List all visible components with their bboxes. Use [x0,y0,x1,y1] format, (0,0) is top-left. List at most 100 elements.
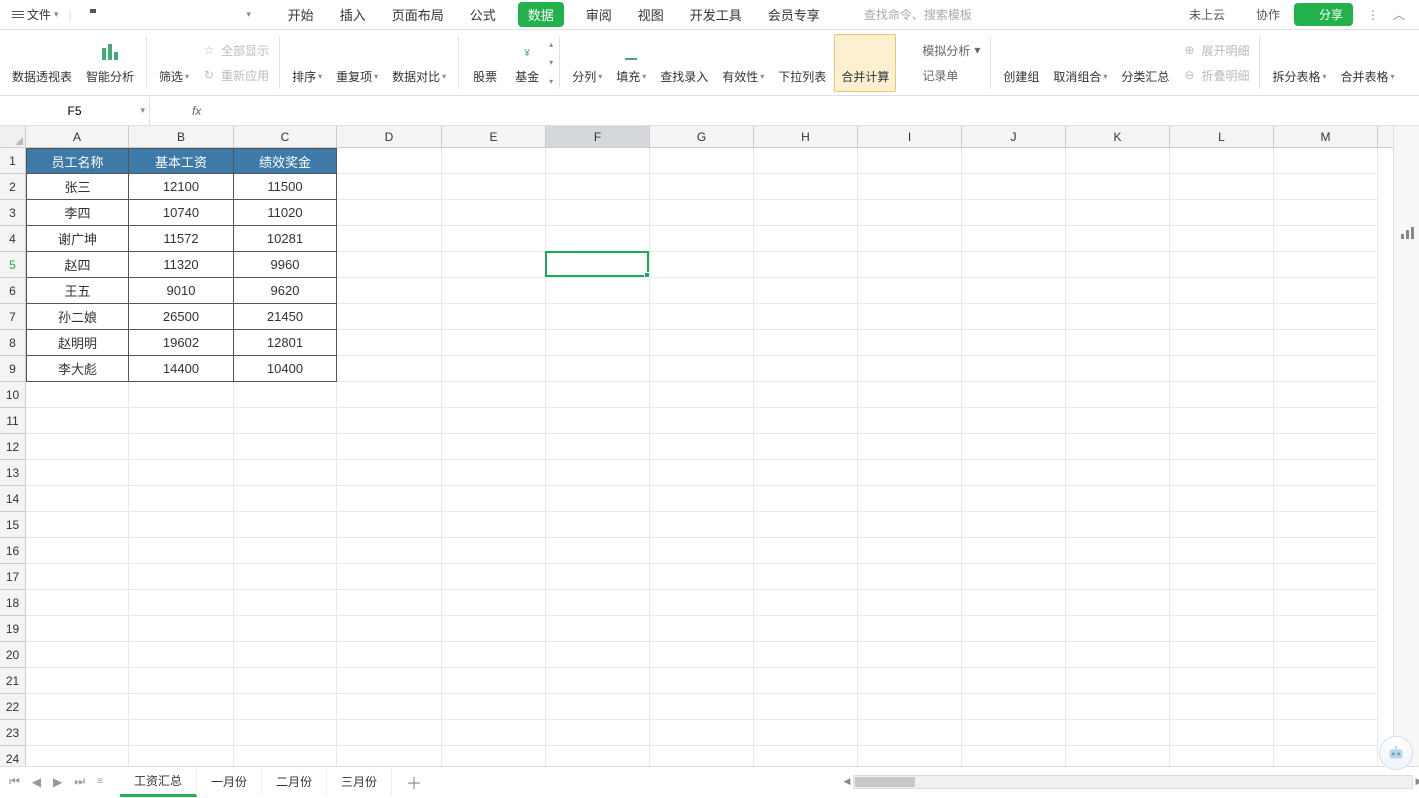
cell[interactable] [1274,642,1378,668]
cell[interactable] [858,252,962,278]
cell[interactable] [1066,590,1170,616]
cell[interactable] [962,226,1066,252]
cell[interactable]: 员工名称 [26,148,129,174]
group-button[interactable]: 创建组 [997,34,1045,92]
col-header-F[interactable]: F [546,126,650,147]
cell[interactable] [129,512,234,538]
cell[interactable] [442,564,546,590]
properties-icon[interactable] [1398,164,1416,182]
cell[interactable] [26,434,129,460]
tab-view[interactable]: 视图 [634,1,668,28]
cell[interactable] [1274,382,1378,408]
cell[interactable] [858,486,962,512]
cell[interactable] [962,330,1066,356]
cell[interactable] [442,642,546,668]
row-header[interactable]: 15 [0,512,26,538]
col-header-A[interactable]: A [26,126,129,147]
file-menu[interactable]: 文件 ▾ [6,4,65,25]
cell[interactable]: 9620 [234,278,337,304]
cell[interactable] [546,668,650,694]
validity-button[interactable]: 有效性▾ [716,34,770,92]
cell[interactable] [1274,330,1378,356]
cell[interactable] [858,590,962,616]
show-all-button[interactable]: ☆全部显示 [197,40,273,61]
cell[interactable] [1170,408,1274,434]
cell[interactable] [858,694,962,720]
cell[interactable] [546,330,650,356]
tab-start[interactable]: 开始 [284,1,318,28]
cell[interactable] [962,486,1066,512]
cell[interactable] [650,720,754,746]
name-box-input[interactable] [8,104,141,118]
cell[interactable] [1066,356,1170,382]
cell[interactable] [129,668,234,694]
cell[interactable] [962,460,1066,486]
cell[interactable] [1170,538,1274,564]
cell[interactable] [546,642,650,668]
cell[interactable] [337,434,442,460]
cell[interactable] [234,642,337,668]
cell[interactable] [129,564,234,590]
cell[interactable]: 张三 [26,174,129,200]
cell[interactable] [26,590,129,616]
cell[interactable] [650,512,754,538]
cell[interactable] [754,434,858,460]
col-header-D[interactable]: D [337,126,442,147]
cell[interactable] [442,330,546,356]
cell[interactable] [337,668,442,694]
sheet-prev-icon[interactable]: ◀ [29,773,44,791]
datatype-down[interactable]: ▾ [549,58,553,67]
cell[interactable] [546,382,650,408]
cell[interactable] [1274,668,1378,694]
cell[interactable] [1066,694,1170,720]
row-header[interactable]: 24 [0,746,26,766]
cell[interactable] [234,668,337,694]
fund-button[interactable]: ¥ 基金 [507,34,547,92]
smart-analysis-button[interactable]: 智能分析 [80,34,140,92]
cell[interactable] [546,720,650,746]
cell[interactable] [754,642,858,668]
cell[interactable] [337,720,442,746]
cell[interactable] [26,668,129,694]
cell[interactable]: 赵明明 [26,330,129,356]
cell[interactable]: 李四 [26,200,129,226]
cell[interactable] [26,382,129,408]
cell[interactable] [546,746,650,766]
analysis-icon[interactable] [1398,224,1416,242]
cell[interactable] [650,434,754,460]
cell[interactable] [337,330,442,356]
cell[interactable] [1274,564,1378,590]
data-compare-button[interactable]: 数据对比▾ [386,34,452,92]
cell[interactable] [650,226,754,252]
cell[interactable] [442,226,546,252]
cell[interactable] [234,382,337,408]
tab-data[interactable]: 数据 [518,2,564,27]
tab-review[interactable]: 审阅 [582,1,616,28]
cell[interactable] [754,356,858,382]
cell[interactable] [754,148,858,174]
col-header-J[interactable]: J [962,126,1066,147]
cell[interactable] [1066,382,1170,408]
cell[interactable] [234,486,337,512]
cell[interactable] [962,278,1066,304]
cell[interactable] [754,720,858,746]
cell[interactable] [650,616,754,642]
cell[interactable] [858,226,962,252]
stock-button[interactable]: 股票 [465,34,505,92]
cell[interactable]: 9960 [234,252,337,278]
cell[interactable] [546,148,650,174]
cell[interactable] [754,564,858,590]
cell[interactable] [650,564,754,590]
cell[interactable] [337,304,442,330]
row-header[interactable]: 3 [0,200,26,226]
cell[interactable] [546,252,650,278]
cell[interactable] [754,330,858,356]
cell[interactable] [129,382,234,408]
cell[interactable] [962,382,1066,408]
cell[interactable] [858,382,962,408]
cell[interactable] [129,434,234,460]
cell[interactable] [234,720,337,746]
datatype-up[interactable]: ▴ [549,40,553,49]
cell[interactable] [129,486,234,512]
cell[interactable]: 赵四 [26,252,129,278]
